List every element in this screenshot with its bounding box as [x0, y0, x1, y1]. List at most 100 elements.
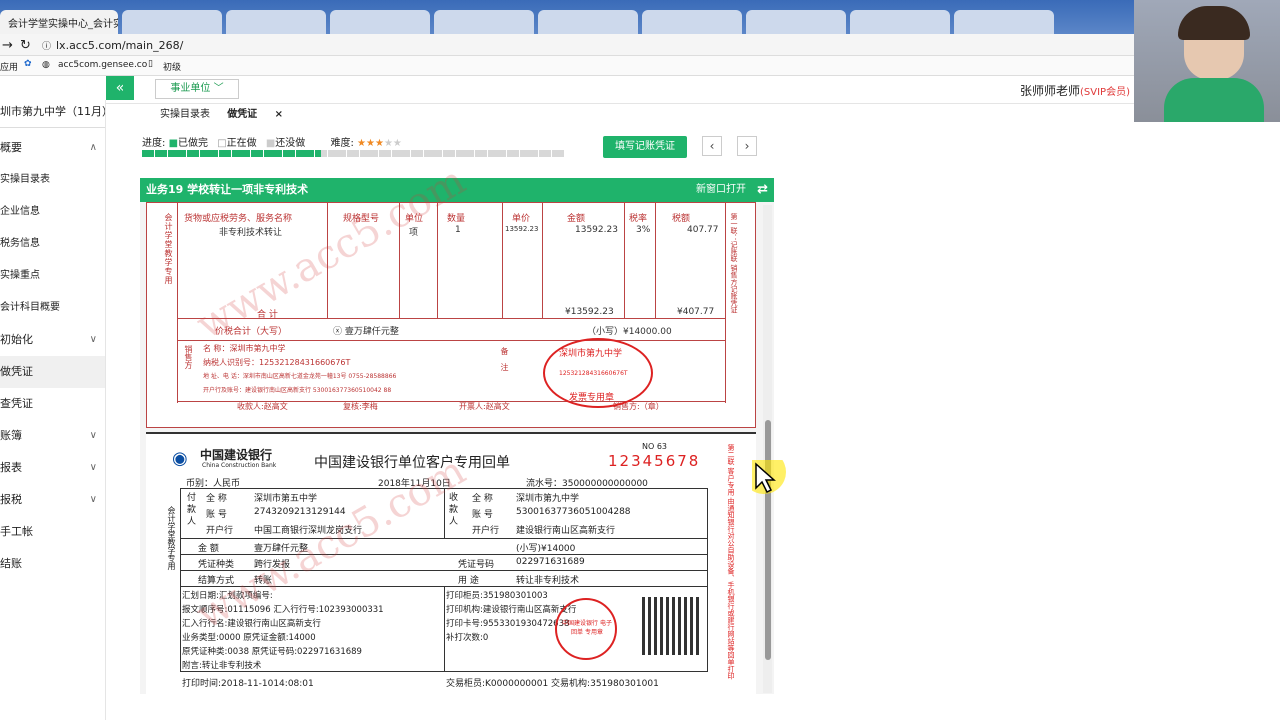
progress-segment[interactable] [391, 150, 398, 157]
browser-tab[interactable] [538, 10, 638, 34]
progress-segment[interactable] [167, 150, 174, 157]
progress-segment[interactable] [468, 150, 475, 157]
sidebar-item-make-voucher[interactable]: 做凭证 [0, 356, 105, 388]
sidebar-item-company-info[interactable]: 企业信息 [0, 196, 105, 228]
progress-segment[interactable] [474, 150, 481, 157]
progress-segment[interactable] [526, 150, 532, 157]
progress-segment[interactable] [372, 150, 379, 157]
browser-tab[interactable] [226, 10, 326, 34]
browser-tab[interactable] [122, 10, 222, 34]
browser-tab[interactable] [850, 10, 950, 34]
close-icon[interactable]: × [275, 109, 283, 120]
swap-icon[interactable]: ⇄ [757, 178, 768, 202]
progress-segment[interactable] [238, 150, 244, 157]
progress-segment[interactable] [282, 150, 289, 157]
progress-segment[interactable] [366, 150, 372, 157]
progress-segment[interactable] [154, 150, 161, 157]
tab-catalog[interactable]: 实操目录表 [160, 105, 210, 120]
progress-segment[interactable] [423, 150, 430, 157]
user-info[interactable]: 张师师老师(SVIP会员) [1020, 82, 1130, 99]
progress-segment[interactable] [276, 150, 283, 157]
browser-tab[interactable] [746, 10, 846, 34]
progress-segment[interactable] [487, 150, 494, 157]
progress-segment[interactable] [225, 150, 232, 157]
browser-tab[interactable] [434, 10, 534, 34]
progress-segment[interactable] [340, 150, 347, 157]
progress-segment[interactable] [494, 150, 500, 157]
progress-segment[interactable] [558, 150, 564, 157]
sidebar-item-init[interactable]: 初始化 ∨ [0, 324, 105, 356]
scrollbar-thumb[interactable] [765, 420, 771, 660]
progress-segment[interactable] [257, 150, 264, 157]
progress-segment[interactable] [353, 150, 360, 157]
collapse-sidebar-button[interactable]: « [106, 76, 134, 100]
progress-segment[interactable] [404, 150, 411, 157]
progress-segment[interactable] [250, 150, 257, 157]
progress-segment[interactable] [308, 150, 315, 157]
progress-segment[interactable] [263, 150, 270, 157]
progress-segment[interactable] [174, 150, 180, 157]
sidebar-item-overview[interactable]: 概要 ∧ [0, 132, 105, 164]
bookmark-chuji[interactable]: 初级 [163, 60, 181, 73]
progress-segment[interactable] [334, 150, 340, 157]
progress-segment[interactable] [481, 150, 488, 157]
next-button[interactable]: › [737, 136, 757, 156]
progress-segment[interactable] [231, 150, 238, 157]
progress-segment[interactable] [359, 150, 366, 157]
progress-segment[interactable] [270, 150, 276, 157]
progress-segment[interactable] [513, 150, 520, 157]
progress-segment[interactable] [180, 150, 187, 157]
progress-segment[interactable] [398, 150, 404, 157]
sidebar-item-catalog[interactable]: 实操目录表 [0, 164, 105, 196]
progress-segment[interactable] [327, 150, 334, 157]
progress-segment[interactable] [538, 150, 545, 157]
progress-segment[interactable] [186, 150, 193, 157]
progress-segment[interactable] [346, 150, 353, 157]
progress-segment[interactable] [410, 150, 417, 157]
progress-segment[interactable] [449, 150, 456, 157]
browser-tab[interactable] [642, 10, 742, 34]
browser-tab-active[interactable]: 会计学堂实操中心_会计实 ✕ [0, 10, 118, 34]
progress-segment[interactable] [455, 150, 462, 157]
sidebar-item-tax-info[interactable]: 税务信息 [0, 228, 105, 260]
progress-segment[interactable] [289, 150, 296, 157]
sidebar-item-ledger[interactable]: 账簿 ∨ [0, 420, 105, 452]
progress-segment[interactable] [436, 150, 443, 157]
progress-segment[interactable] [385, 150, 392, 157]
progress-segment[interactable] [295, 150, 302, 157]
open-new-window-link[interactable]: 新窗口打开 [696, 178, 746, 202]
fill-voucher-button[interactable]: 填写记账凭证 [603, 136, 687, 158]
progress-segment[interactable] [442, 150, 449, 157]
reload-icon[interactable]: ↻ [20, 38, 31, 53]
sidebar-item-tax[interactable]: 报税 ∨ [0, 484, 105, 516]
progress-segment[interactable] [519, 150, 526, 157]
sidebar-item-accounts[interactable]: 会计科目概要 [0, 292, 105, 324]
progress-segment[interactable] [462, 150, 468, 157]
browser-tab[interactable] [330, 10, 430, 34]
forward-icon[interactable]: → [2, 38, 13, 53]
progress-segment[interactable] [545, 150, 552, 157]
progress-segment[interactable] [148, 150, 155, 157]
url-field[interactable]: lx.acc5.com/main_268/ [56, 39, 183, 52]
progress-segment[interactable] [500, 150, 507, 157]
progress-segment[interactable] [321, 150, 328, 157]
progress-segment[interactable] [506, 150, 513, 157]
sidebar-item-manual[interactable]: 手工帐 [0, 516, 105, 548]
progress-segment[interactable] [212, 150, 219, 157]
progress-segment[interactable] [314, 150, 321, 157]
sidebar-item-key-points[interactable]: 实操重点 [0, 260, 105, 292]
progress-segment[interactable] [161, 150, 168, 157]
browser-tab[interactable] [954, 10, 1054, 34]
progress-segment[interactable] [218, 150, 225, 157]
info-icon[interactable]: ⓘ [42, 39, 51, 52]
unit-dropdown[interactable]: 事业单位 ﹀ [155, 79, 239, 99]
progress-segment[interactable] [142, 150, 148, 157]
progress-segment[interactable] [199, 150, 206, 157]
progress-segment[interactable] [302, 150, 308, 157]
sidebar-item-check-voucher[interactable]: 查凭证 [0, 388, 105, 420]
prev-button[interactable]: ‹ [702, 136, 722, 156]
bookmark-gensee[interactable]: acc5com.gensee.co [58, 60, 147, 70]
sidebar-item-close[interactable]: 结账 [0, 548, 105, 580]
progress-segment[interactable] [430, 150, 436, 157]
progress-segment[interactable] [378, 150, 385, 157]
